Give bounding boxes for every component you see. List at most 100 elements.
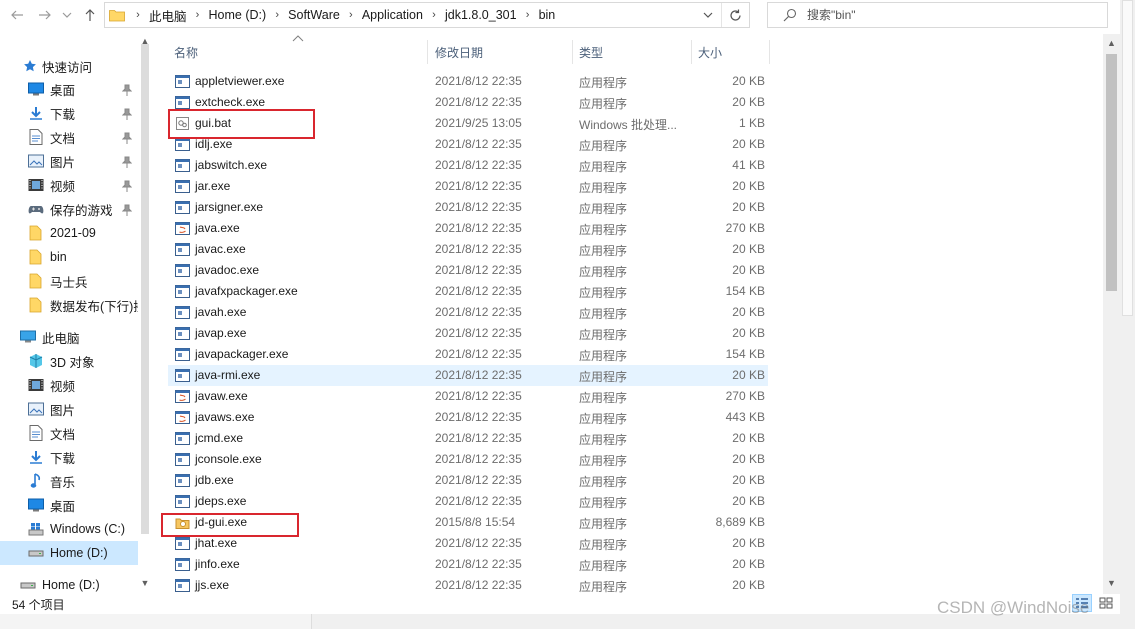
column-header-size[interactable]: 大小 [692, 40, 770, 64]
exe-icon [175, 368, 190, 383]
sidebar-item-videos[interactable]: 视频 [28, 373, 138, 397]
column-header-type[interactable]: 类型 [573, 40, 692, 64]
file-list-scrollbar[interactable]: ▲ ▼ [1103, 34, 1120, 594]
sidebar-item-quick-access[interactable]: 快速访问 [22, 54, 138, 78]
file-row[interactable]: java.exe 2021/8/12 22:35 应用程序 270 KB [168, 218, 768, 239]
column-header-name[interactable]: 名称 [168, 40, 428, 64]
breadcrumb-item[interactable]: bin [537, 8, 558, 22]
breadcrumb-separator-icon[interactable]: › [268, 9, 286, 21]
sidebar-item-drive-d[interactable]: Home (D:) [20, 573, 138, 594]
sidebar-scrollbar-thumb[interactable] [141, 44, 149, 534]
file-row[interactable]: javadoc.exe 2021/8/12 22:35 应用程序 20 KB [168, 260, 768, 281]
file-row[interactable]: appletviewer.exe 2021/8/12 22:35 应用程序 20 KB [168, 71, 768, 92]
refresh-button[interactable] [721, 3, 749, 27]
file-list-scrollbar-thumb[interactable] [1106, 54, 1117, 291]
windows-drive-icon [28, 521, 44, 537]
file-row[interactable]: jdb.exe 2021/8/12 22:35 应用程序 20 KB [168, 470, 768, 491]
file-type: 应用程序 [579, 496, 628, 510]
address-history-dropdown[interactable] [699, 3, 717, 27]
breadcrumb-separator-icon[interactable]: › [519, 9, 537, 21]
pin-icon[interactable] [122, 204, 132, 216]
search-box[interactable] [767, 2, 1108, 28]
sidebar-item-label: 文档 [50, 427, 76, 442]
outer-scrollbar-thumb[interactable] [1122, 0, 1133, 316]
horizontal-scrollbar-thumb[interactable] [0, 614, 312, 629]
file-row[interactable]: jinfo.exe 2021/8/12 22:35 应用程序 20 KB [168, 554, 768, 575]
sidebar-item-folder[interactable]: 马士兵 [28, 269, 138, 293]
sidebar-item-drive-c[interactable]: Windows (C:) [28, 517, 138, 541]
file-row[interactable]: jconsole.exe 2021/8/12 22:35 应用程序 20 KB [168, 449, 768, 470]
file-type: 应用程序 [579, 286, 628, 300]
file-type: 应用程序 [579, 181, 628, 195]
breadcrumb-item[interactable]: jdk1.8.0_301 [443, 8, 519, 22]
video-icon [28, 177, 44, 193]
scroll-up-icon[interactable]: ▲ [1103, 34, 1120, 51]
pin-icon[interactable] [122, 156, 132, 168]
pin-icon[interactable] [122, 180, 132, 192]
file-type: 应用程序 [579, 433, 628, 447]
sidebar-item-music[interactable]: 音乐 [28, 469, 138, 493]
sidebar-item-folder[interactable]: 2021-09 [28, 221, 138, 245]
breadcrumb-separator-icon[interactable]: › [342, 9, 360, 21]
file-modified-date: 2021/8/12 22:35 [435, 158, 522, 172]
exe-icon [175, 263, 190, 278]
pin-icon[interactable] [122, 132, 132, 144]
address-box[interactable]: › 此电脑 › Home (D:) › SoftWare › Applicati… [104, 2, 750, 28]
exe-icon [175, 473, 190, 488]
file-row[interactable]: jarsigner.exe 2021/8/12 22:35 应用程序 20 KB [168, 197, 768, 218]
breadcrumb-item[interactable]: Home (D:) [207, 8, 269, 22]
picture-icon [28, 401, 44, 417]
scroll-down-icon[interactable]: ▼ [140, 578, 150, 588]
pin-icon[interactable] [122, 84, 132, 96]
sidebar-item-downloads[interactable]: 下载 [28, 445, 138, 469]
file-row[interactable]: javapackager.exe 2021/8/12 22:35 应用程序 154 K… [168, 344, 768, 365]
outer-vertical-scrollbar[interactable] [1120, 0, 1135, 629]
file-size: 8,689 KB [715, 515, 765, 529]
search-input[interactable] [807, 8, 1087, 22]
back-button[interactable] [8, 6, 26, 24]
sidebar-item-documents[interactable]: 文档 [28, 421, 138, 445]
breadcrumb-item[interactable]: 此电脑 [147, 6, 189, 25]
sidebar-item-folder[interactable]: 数据发布(下行)接 [28, 293, 138, 317]
sidebar-item-desktop[interactable]: 桌面 [28, 493, 138, 517]
sidebar-item-3d-objects[interactable]: 3D 对象 [28, 349, 138, 373]
breadcrumb-item[interactable]: SoftWare [286, 8, 342, 22]
file-row[interactable]: javah.exe 2021/8/12 22:35 应用程序 20 KB [168, 302, 768, 323]
sidebar-item-drive-d[interactable]: Home (D:) [0, 541, 138, 565]
large-icons-view-button[interactable] [1096, 594, 1116, 612]
file-row[interactable]: javafxpackager.exe 2021/8/12 22:35 应用程序 154… [168, 281, 768, 302]
file-row[interactable]: java-rmi.exe 2021/8/12 22:35 应用程序 20 KB [168, 365, 768, 386]
watermark: CSDN @WindNoise [937, 598, 1090, 617]
file-row[interactable]: javap.exe 2021/8/12 22:35 应用程序 20 KB [168, 323, 768, 344]
sidebar-item-pictures[interactable]: 图片 [28, 397, 138, 421]
file-row[interactable]: javaws.exe 2021/8/12 22:35 应用程序 443 KB [168, 407, 768, 428]
breadcrumb-separator-icon[interactable]: › [425, 9, 443, 21]
sidebar-scrollbar[interactable]: ▲ ▼ [138, 34, 152, 594]
sidebar-item-this-pc[interactable]: 此电脑 [20, 325, 138, 349]
sidebar-item-label: 音乐 [50, 475, 76, 490]
file-row[interactable]: jabswitch.exe 2021/8/12 22:35 应用程序 41 KB [168, 155, 768, 176]
file-row[interactable]: jjs.exe 2021/8/12 22:35 应用程序 20 KB [168, 575, 768, 596]
file-type: 应用程序 [579, 139, 628, 153]
recent-locations-button[interactable] [60, 6, 74, 24]
sidebar-item-folder[interactable]: bin [28, 245, 138, 269]
file-row[interactable]: jcmd.exe 2021/8/12 22:35 应用程序 20 KB [168, 428, 768, 449]
file-size: 20 KB [732, 326, 765, 340]
file-type: 应用程序 [579, 97, 628, 111]
forward-button[interactable] [36, 6, 54, 24]
file-name: jcmd.exe [195, 431, 244, 445]
file-type: 应用程序 [579, 454, 628, 468]
column-header-date[interactable]: 修改日期 [429, 40, 573, 64]
document-icon [28, 425, 44, 441]
breadcrumb-item[interactable]: Application [360, 8, 425, 22]
video-icon [28, 377, 44, 393]
file-row[interactable]: javac.exe 2021/8/12 22:35 应用程序 20 KB [168, 239, 768, 260]
pin-icon[interactable] [122, 108, 132, 120]
sidebar-item-label: 下载 [50, 107, 76, 122]
file-row[interactable]: jar.exe 2021/8/12 22:35 应用程序 20 KB [168, 176, 768, 197]
breadcrumb-separator-icon[interactable]: › [189, 9, 207, 21]
file-row[interactable]: jdeps.exe 2021/8/12 22:35 应用程序 20 KB [168, 491, 768, 512]
up-button[interactable] [81, 6, 99, 24]
scroll-down-icon[interactable]: ▼ [1103, 574, 1120, 591]
file-row[interactable]: javaw.exe 2021/8/12 22:35 应用程序 270 KB [168, 386, 768, 407]
